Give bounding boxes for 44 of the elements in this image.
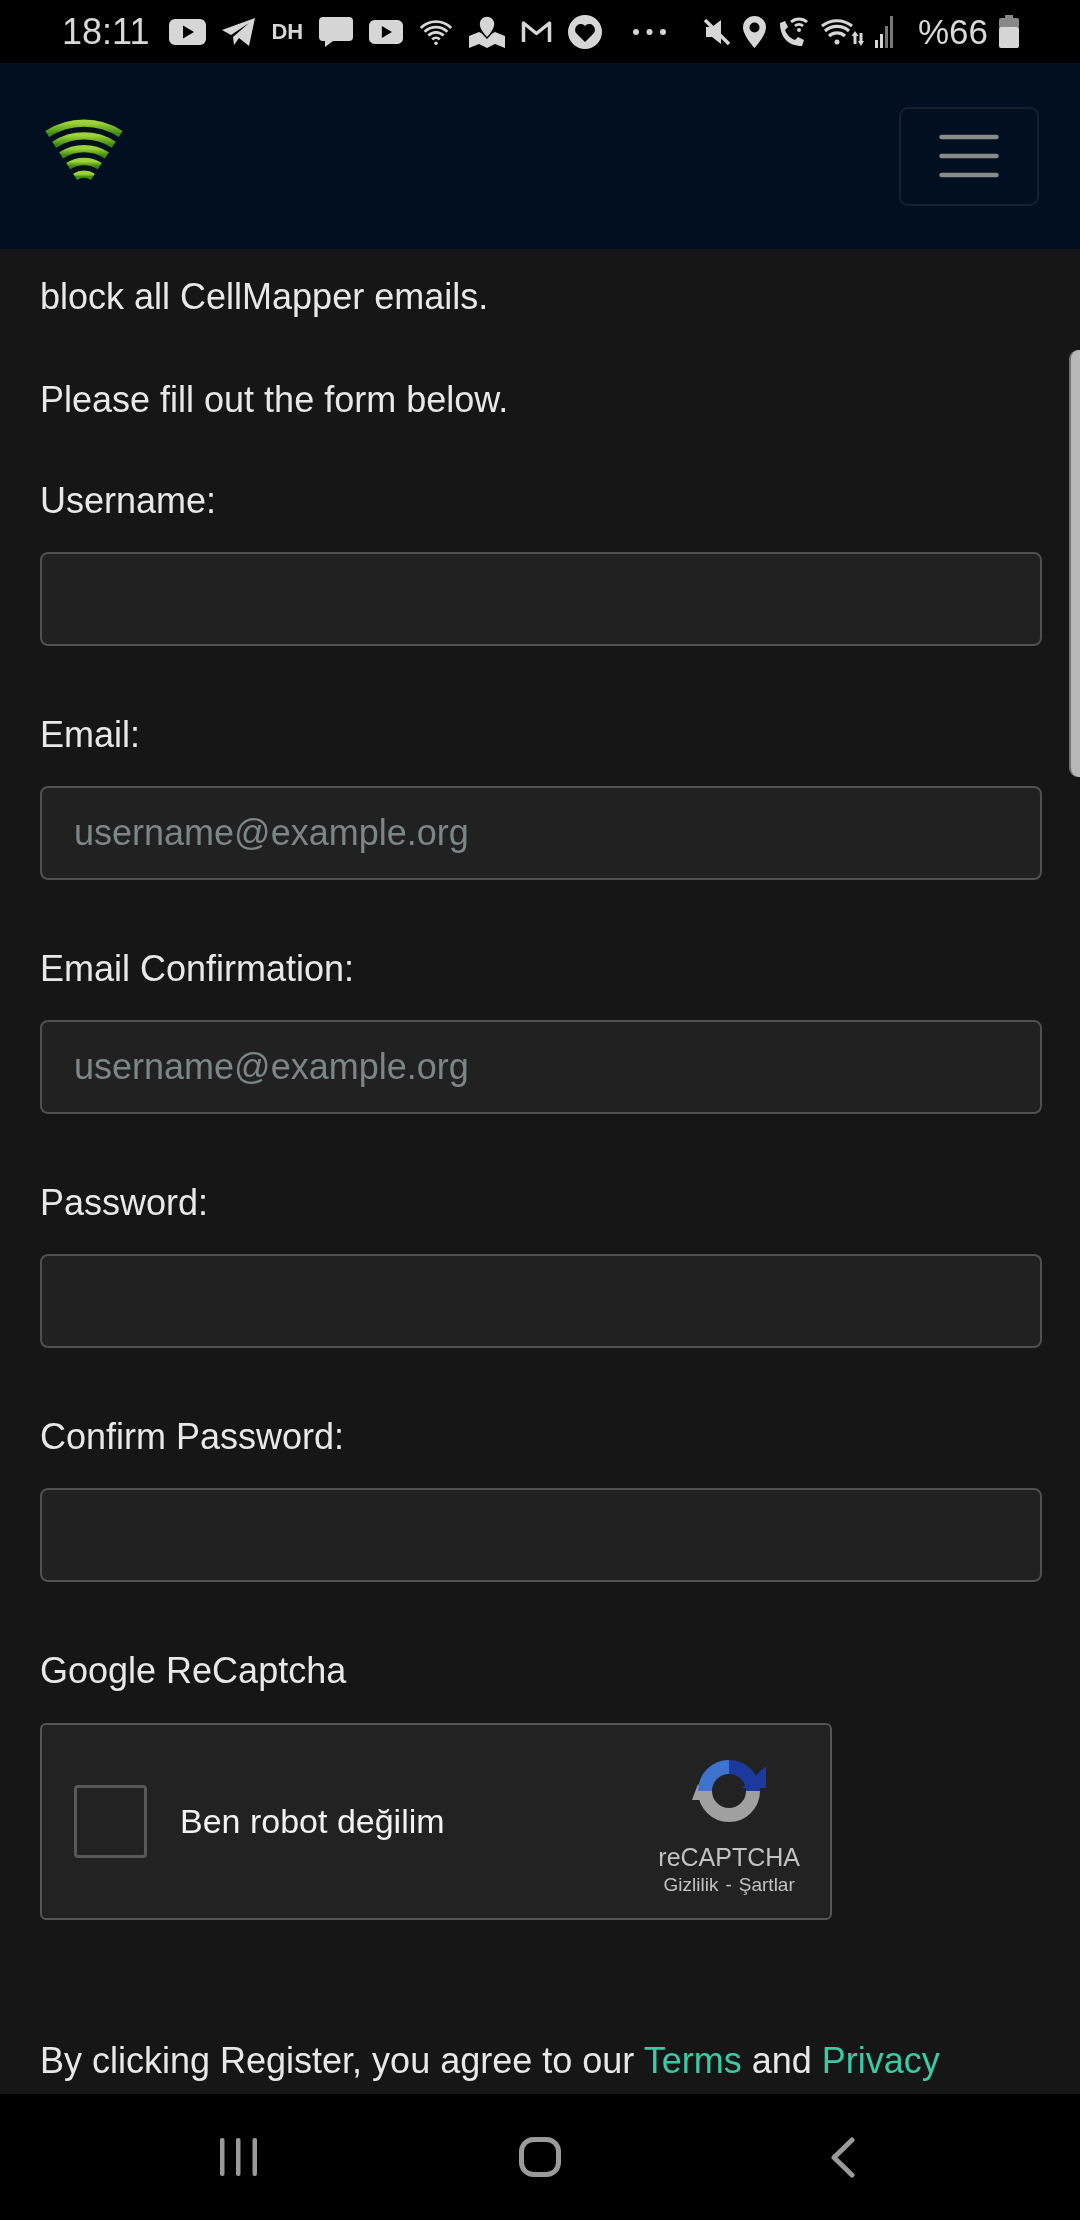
link-separator: - <box>725 1872 732 1897</box>
more-icon <box>632 27 668 36</box>
captcha-checkbox[interactable] <box>74 1785 147 1858</box>
text-field[interactable] <box>40 1254 1042 1348</box>
location-pin-icon <box>742 15 766 48</box>
paper-plane-icon <box>222 17 256 46</box>
map-pin-icon <box>469 15 506 48</box>
battery-icon <box>999 15 1019 48</box>
body-text: Please fill out the form below. <box>40 378 510 422</box>
field-label: Email: <box>40 713 142 757</box>
section-label: Google ReCaptcha <box>40 1649 348 1693</box>
menu-button[interactable] <box>899 106 1039 206</box>
signal-icon <box>874 15 893 48</box>
back-icon[interactable] <box>829 2136 855 2178</box>
battery-percentage: %66 <box>917 14 988 49</box>
captcha-link[interactable]: Gizlilik <box>663 1871 719 1898</box>
menu-icon <box>939 134 999 178</box>
field-label: Password: <box>40 1181 210 1225</box>
field-label: Email Confirmation: <box>40 947 356 991</box>
inline-link[interactable]: Terms <box>643 2040 742 2081</box>
play-icon <box>169 18 207 45</box>
status-time: 18:11 <box>62 13 150 50</box>
text-field[interactable]: username@example.org <box>40 1020 1042 1114</box>
text-field[interactable]: username@example.org <box>40 786 1042 880</box>
play-icon <box>369 18 404 45</box>
field-label: Confirm Password: <box>40 1415 346 1459</box>
checkbox-label: Ben robot değilim <box>180 1802 445 1841</box>
agreement-text: By clicking Register, you agree to our Terms and Privacy <box>40 2039 941 2083</box>
captcha-link[interactable]: Şartlar <box>738 1871 795 1898</box>
brand-text: reCAPTCHA <box>658 1841 800 1872</box>
wifi-icon <box>419 17 454 46</box>
mail-icon <box>521 19 553 44</box>
body-text: block all CellMapper emails. <box>40 275 490 319</box>
wifi-arrows-icon <box>820 16 864 47</box>
inline-link[interactable]: Privacy <box>821 2040 940 2081</box>
notification-label: DH <box>271 20 304 43</box>
text-field[interactable] <box>40 552 1042 646</box>
mute-icon <box>701 16 732 47</box>
chat-icon <box>319 16 354 47</box>
text-field[interactable] <box>40 1488 1042 1582</box>
heart-badge-icon <box>568 14 603 49</box>
home-icon[interactable] <box>519 2137 561 2177</box>
recent-apps-icon[interactable] <box>219 2138 257 2176</box>
field-label: Username: <box>40 479 218 523</box>
